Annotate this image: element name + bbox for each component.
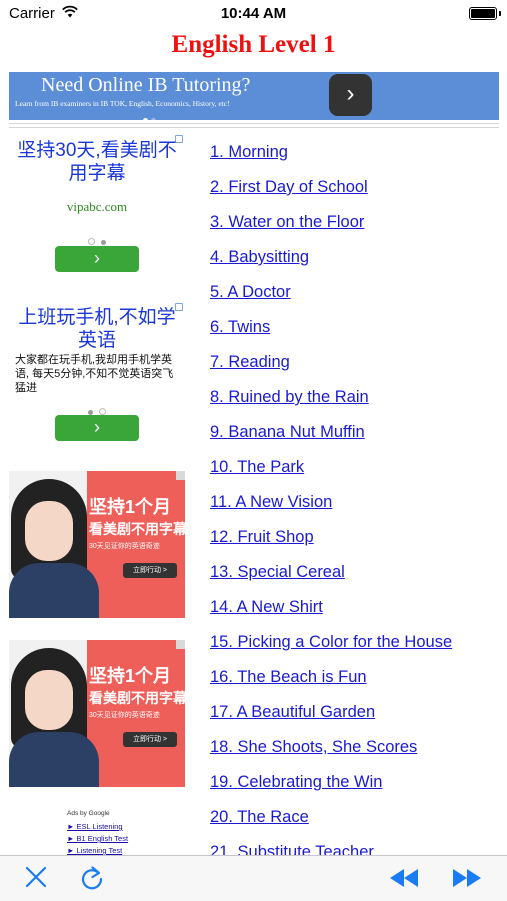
rewind-icon[interactable] [388, 864, 420, 892]
story-link[interactable]: 11. A New Vision [210, 493, 332, 511]
clock: 10:44 AM [220, 5, 287, 22]
ad-person-sweater [9, 732, 99, 787]
story-link[interactable]: 2. First Day of School [210, 178, 368, 196]
ad-line1: 坚持1个月 [89, 497, 172, 517]
adchoices-icon[interactable] [176, 471, 185, 480]
status-bar: Carrier 10:44 AM [0, 0, 507, 26]
story-link[interactable]: 9. Banana Nut Muffin [210, 423, 365, 441]
story-link[interactable]: 8. Ruined by the Rain [210, 388, 369, 406]
story-link[interactable]: 17. A Beautiful Garden [210, 703, 375, 721]
list-item: 5. A Doctor [210, 283, 452, 318]
ad-link[interactable]: ► ESL Listening [67, 821, 177, 833]
page-dot [151, 118, 156, 120]
list-item: 18. She Shoots, She Scores [210, 738, 452, 773]
google-ad-links: Ads by Google ► ESL Listening ► B1 Engli… [67, 810, 177, 857]
story-link[interactable]: 20. The Race [210, 808, 309, 826]
story-link[interactable]: 15. Picking a Color for the House [210, 633, 452, 651]
ad-line2: 看美剧不用字幕 [89, 690, 185, 706]
top-banner-ad[interactable]: Need Online IB Tutoring? Learn from IB e… [9, 72, 499, 120]
story-link[interactable]: 10. The Park [210, 458, 304, 476]
divider [9, 127, 499, 128]
adchoices-icon[interactable] [176, 640, 185, 649]
list-item: 12. Fruit Shop [210, 528, 452, 563]
battery-icon [469, 7, 501, 20]
ad-link[interactable]: ► B1 English Test [67, 833, 177, 845]
list-item: 14. A New Shirt [210, 598, 452, 633]
fast-forward-icon[interactable] [451, 864, 483, 892]
chevron-right-icon: › [346, 80, 355, 107]
ad-person-face [25, 501, 73, 561]
story-link[interactable]: 5. A Doctor [210, 283, 291, 301]
image-ad[interactable]: 坚持1个月 看美剧不用字幕 30天见证你的英语奇迹 立即行动 > [9, 471, 185, 618]
story-link[interactable]: 6. Twins [210, 318, 270, 336]
bottom-toolbar [0, 855, 507, 901]
ad-line1: 坚持1个月 [89, 666, 172, 686]
story-link[interactable]: 14. A New Shirt [210, 598, 323, 616]
list-item: 8. Ruined by the Rain [210, 388, 452, 423]
page-dot-active [101, 240, 106, 245]
page-title: English Level 1 [171, 31, 336, 58]
story-link[interactable]: 13. Special Cereal [210, 563, 345, 581]
ad-headline: 上班玩手机,不如学英语 [18, 307, 176, 351]
story-link[interactable]: 7. Reading [210, 353, 290, 371]
chevron-right-icon: › [94, 248, 100, 268]
story-link[interactable]: 18. She Shoots, She Scores [210, 738, 417, 756]
list-item: 1. Morning [210, 143, 452, 178]
story-link[interactable]: 16. The Beach is Fun [210, 668, 367, 686]
list-item: 2. First Day of School [210, 178, 452, 213]
ad-go-button[interactable]: › [55, 415, 139, 441]
story-list: 1. Morning 2. First Day of School 3. Wat… [210, 143, 452, 878]
story-link[interactable]: 4. Babysitting [210, 248, 309, 266]
banner-subline: Learn from IB examiners in IB TOK, Engli… [15, 99, 230, 108]
page-dot [99, 408, 106, 415]
list-item: 17. A Beautiful Garden [210, 703, 452, 738]
list-item: 7. Reading [210, 353, 452, 388]
list-item: 16. The Beach is Fun [210, 668, 452, 703]
chevron-right-icon: › [94, 417, 100, 437]
ad-line2: 看美剧不用字幕 [89, 521, 185, 537]
ad-line3: 30天见证你的英语奇迹 [89, 543, 160, 550]
story-link[interactable]: 12. Fruit Shop [210, 528, 314, 546]
image-ad[interactable]: 坚持1个月 看美剧不用字幕 30天见证你的英语奇迹 立即行动 > [9, 640, 185, 787]
ad-person-face [25, 670, 73, 730]
ad-person-sweater [9, 563, 99, 618]
close-icon[interactable] [20, 864, 52, 892]
list-item: 20. The Race [210, 808, 452, 843]
list-item: 6. Twins [210, 318, 452, 353]
page-dot [88, 238, 95, 245]
divider [9, 123, 499, 124]
ad-cta-button[interactable]: 立即行动 > [123, 732, 177, 747]
banner-page-dots [143, 110, 159, 120]
list-item: 9. Banana Nut Muffin [210, 423, 452, 458]
side-ad-learn-english[interactable]: 上班玩手机,不如学英语 大家都在玩手机,我却用手机学英语, 每天5分钟,不知不觉… [9, 303, 185, 443]
ad-cta-button[interactable]: 立即行动 > [123, 563, 177, 578]
list-item: 13. Special Cereal [210, 563, 452, 598]
side-ad-vipabc[interactable]: 坚持30天,看美剧不用字幕 vipabc.com › [9, 135, 185, 275]
story-link[interactable]: 19. Celebrating the Win [210, 773, 382, 791]
banner-headline: Need Online IB Tutoring? [41, 74, 251, 96]
banner-open-button[interactable]: › [329, 74, 372, 116]
list-item: 10. The Park [210, 458, 452, 493]
ad-headline: 坚持30天,看美剧不用字幕 [17, 140, 177, 184]
list-item: 15. Picking a Color for the House [210, 633, 452, 668]
list-item: 3. Water on the Floor [210, 213, 452, 248]
list-item: 4. Babysitting [210, 248, 452, 283]
ad-body-text: 大家都在玩手机,我却用手机学英语, 每天5分钟,不知不觉英语突飞猛进 [15, 354, 174, 394]
ads-by-google-label: Ads by Google [67, 810, 110, 817]
list-item: 19. Celebrating the Win [210, 773, 452, 808]
story-link[interactable]: 1. Morning [210, 143, 288, 161]
story-link[interactable]: 3. Water on the Floor [210, 213, 364, 231]
ad-url: vipabc.com [66, 199, 128, 214]
list-item: 11. A New Vision [210, 493, 452, 528]
ad-line3: 30天见证你的英语奇迹 [89, 712, 160, 719]
page-dot-active [143, 118, 148, 120]
refresh-icon[interactable] [76, 864, 108, 892]
ad-go-button[interactable]: › [55, 246, 139, 272]
